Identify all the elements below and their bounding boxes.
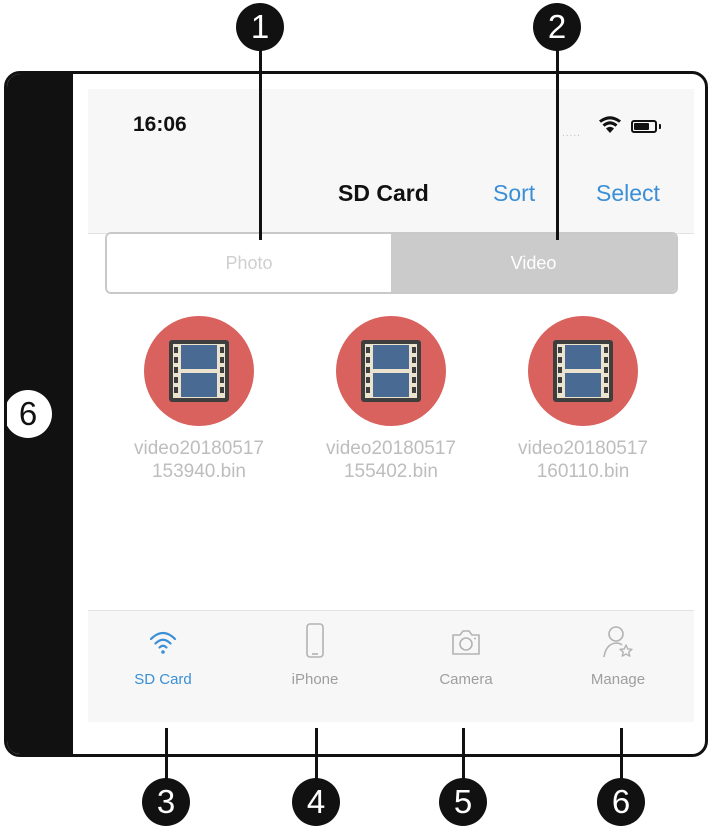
tab-sd-card[interactable]: SD Card	[88, 611, 238, 722]
callout-6: 6	[597, 778, 645, 826]
file-item[interactable]: video20180517 155402.bin	[301, 316, 481, 483]
file-name: video20180517 160110.bin	[518, 438, 648, 482]
status-time: 16:06	[133, 113, 187, 136]
file-item[interactable]: video20180517 153940.bin	[109, 316, 289, 483]
file-name: video20180517 155402.bin	[326, 438, 456, 482]
tab-label: SD Card	[134, 671, 192, 688]
battery-icon	[631, 120, 657, 133]
phone-icon	[306, 623, 324, 658]
wifi-icon	[149, 631, 177, 654]
signal-dots: .....	[562, 128, 581, 139]
navigation-bar: SD Card Sort Select	[88, 159, 694, 234]
callout-4: 4	[292, 778, 340, 826]
camera-icon	[452, 630, 480, 655]
callout-1: 1	[236, 3, 284, 51]
media-type-segmented-control: Photo Video	[105, 232, 678, 294]
side-callout-6: 6	[7, 390, 52, 438]
select-button[interactable]: Select	[596, 180, 660, 207]
app-screen: 16:06 ..... SD Card Sort Select Photo Vi…	[88, 89, 694, 722]
tab-label: Camera	[439, 671, 493, 688]
callout-leader-2	[556, 40, 559, 240]
callout-leader-4	[315, 728, 318, 780]
tab-iphone[interactable]: iPhone	[240, 611, 390, 722]
sort-button[interactable]: Sort	[493, 180, 535, 207]
file-item[interactable]: video20180517 160110.bin	[493, 316, 673, 483]
film-icon	[528, 316, 638, 426]
callout-leader-6	[620, 728, 623, 780]
page-title: SD Card	[338, 180, 429, 206]
battery-tip	[659, 124, 661, 129]
callout-leader-1	[259, 40, 262, 240]
user-star-icon	[603, 626, 633, 658]
film-icon	[336, 316, 446, 426]
segment-video[interactable]: Video	[391, 234, 676, 292]
film-icon	[144, 316, 254, 426]
tab-camera[interactable]: Camera	[391, 611, 541, 722]
tab-bar: SD Card iPhone Camera Manage	[88, 610, 694, 722]
callout-5: 5	[439, 778, 487, 826]
tab-label: Manage	[590, 671, 646, 688]
callout-leader-5	[462, 728, 465, 780]
tab-manage[interactable]: Manage	[543, 611, 693, 722]
tab-label: iPhone	[291, 671, 339, 688]
callout-3: 3	[142, 778, 190, 826]
status-wifi-icon	[599, 116, 621, 133]
file-name: video20180517 153940.bin	[134, 438, 264, 482]
callout-leader-3	[165, 728, 168, 780]
segment-photo[interactable]: Photo	[107, 234, 391, 292]
status-bar: 16:06 .....	[88, 89, 694, 159]
callout-2: 2	[533, 3, 581, 51]
